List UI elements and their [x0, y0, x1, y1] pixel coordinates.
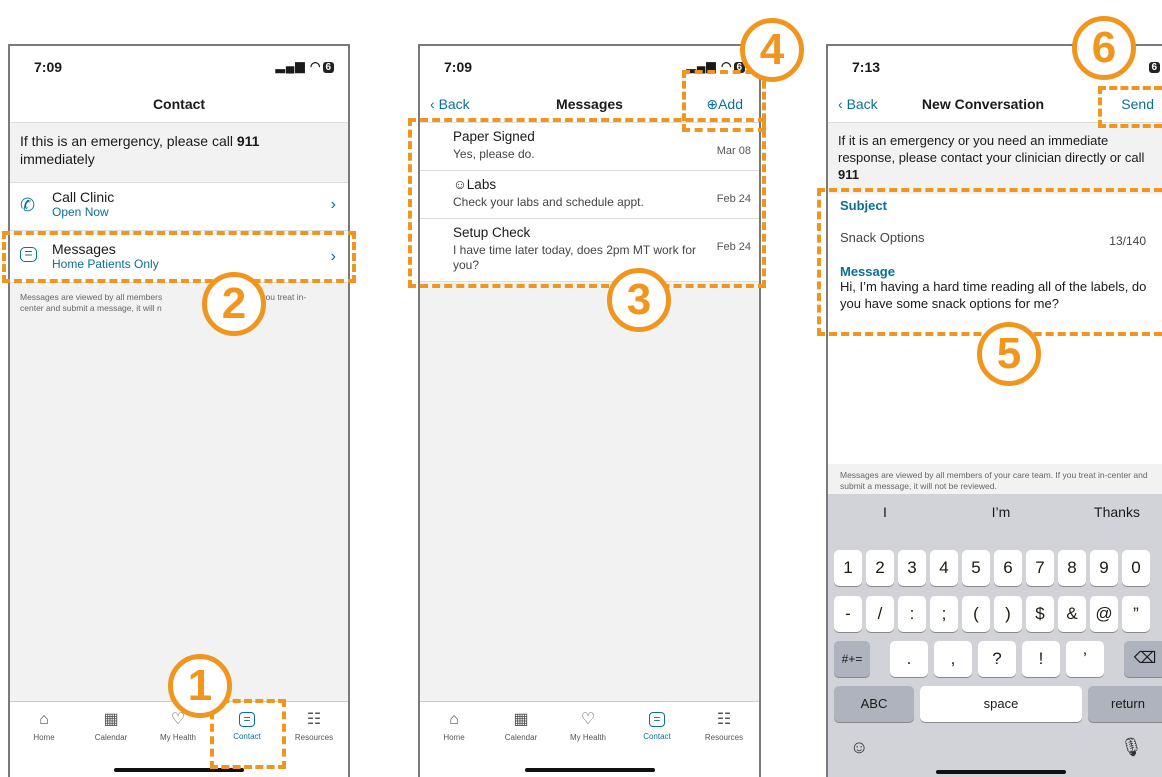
key-1[interactable]: 1 [834, 550, 862, 586]
key-dollar[interactable]: $ [1026, 596, 1054, 632]
key-close-paren[interactable]: ) [994, 596, 1022, 632]
backspace-key[interactable]: ⌫ [1124, 641, 1162, 677]
key-9[interactable]: 9 [1090, 550, 1118, 586]
key-0[interactable]: 0 [1122, 550, 1150, 586]
page-title: New Conversation [921, 96, 1045, 112]
key-7[interactable]: 7 [1026, 550, 1054, 586]
phone-icon: ✆ [20, 195, 36, 215]
key-space[interactable]: space [920, 686, 1082, 722]
key-at[interactable]: @ [1090, 596, 1118, 632]
tab-calendar[interactable]: ▦ Calendar [79, 711, 143, 743]
callout-box-3 [408, 118, 766, 288]
callout-box-4 [682, 70, 766, 132]
key-colon[interactable]: : [898, 596, 926, 632]
keyboard: I I’m Thanks 1 2 3 4 5 6 7 8 9 0 - / : ;… [828, 494, 1162, 777]
suggestion-2[interactable]: I’m [946, 504, 1056, 526]
home-indicator [524, 768, 655, 772]
calendar-icon: ▦ [103, 711, 119, 728]
nav-bar: Contact [10, 88, 348, 123]
home-icon: ⌂ [39, 711, 49, 728]
key-abc[interactable]: ABC [834, 686, 914, 722]
callout-box-6 [1098, 86, 1162, 128]
book-icon: ☷ [716, 711, 732, 728]
book-icon: ☷ [306, 711, 322, 728]
signal-wifi-icon: 6 [1147, 59, 1160, 73]
key-period[interactable]: . [890, 641, 928, 677]
key-return[interactable]: return [1088, 686, 1162, 722]
tab-contact[interactable]: = Contact [625, 712, 689, 741]
key-ampersand[interactable]: & [1058, 596, 1086, 632]
callout-badge-3: 3 [607, 268, 671, 332]
battery-icon: 6 [1149, 62, 1160, 73]
call-clinic-row[interactable]: ✆ Call Clinic Open Now › [10, 182, 348, 231]
tab-bar: ⌂ Home ▦ Calendar ♡ My Health = Contact ☷ Res… [10, 701, 348, 777]
key-slash[interactable]: / [866, 596, 894, 632]
tab-bar: ⌂ Home ▦ Calendar ♡ My Health = Contact ☷ Res… [420, 701, 759, 777]
emergency-notice: If this is an emergency, please call 911… [20, 133, 260, 167]
microphone-icon[interactable]: 🎙︎ [1120, 737, 1143, 758]
home-indicator [936, 770, 1066, 774]
chat-icon: = [649, 712, 665, 727]
key-quote[interactable]: ” [1122, 596, 1150, 632]
key-hyphen[interactable]: - [834, 596, 862, 632]
tab-my-health[interactable]: ♡ My Health [556, 711, 620, 743]
key-apostrophe[interactable]: ’ [1066, 641, 1104, 677]
key-5[interactable]: 5 [962, 550, 990, 586]
callout-badge-2: 2 [202, 272, 266, 336]
key-6[interactable]: 6 [994, 550, 1022, 586]
tab-resources[interactable]: ☷ Resources [282, 711, 346, 743]
key-4[interactable]: 4 [930, 550, 958, 586]
new-conversation-screen: 7:13 6 ‹ Back New Conversation Send If i… [826, 44, 1162, 777]
status-time: 7:09 [444, 59, 473, 75]
tab-home[interactable]: ⌂ Home [12, 711, 76, 743]
key-2[interactable]: 2 [866, 550, 894, 586]
backspace-icon: ⌫ [1133, 650, 1157, 667]
tab-home[interactable]: ⌂ Home [422, 711, 486, 743]
callout-box-5 [817, 188, 1162, 336]
key-semicolon[interactable]: ; [930, 596, 958, 632]
signal-wifi-icon: ▂▄▆ ◠ 6 [275, 59, 334, 73]
key-question[interactable]: ? [978, 641, 1016, 677]
messages-disclaimer: Messages are viewed by all members of yo… [840, 470, 1148, 491]
tab-resources[interactable]: ☷ Resources [692, 711, 756, 743]
key-8[interactable]: 8 [1058, 550, 1086, 586]
key-comma[interactable]: , [934, 641, 972, 677]
home-icon: ⌂ [449, 711, 459, 728]
key-3[interactable]: 3 [898, 550, 926, 586]
emergency-number: 911 [236, 133, 260, 149]
callout-badge-1: 1 [168, 654, 232, 718]
heart-icon: ♡ [580, 711, 596, 728]
suggestion-3[interactable]: Thanks [1062, 504, 1162, 526]
status-time: 7:13 [852, 59, 881, 75]
status-time: 7:09 [34, 59, 63, 75]
callout-box-2 [2, 231, 356, 283]
emoji-icon[interactable]: ☺ [850, 737, 868, 758]
calendar-icon: ▦ [513, 711, 529, 728]
messages-disclaimer: Messages are viewed by all members If you… [20, 292, 307, 313]
key-symbols[interactable]: #+= [834, 641, 870, 677]
callout-badge-5: 5 [977, 322, 1041, 386]
suggestion-1[interactable]: I [830, 504, 940, 526]
page-title: Contact [152, 96, 206, 112]
chevron-right-icon: › [330, 196, 336, 213]
emergency-number: 911 [838, 167, 859, 182]
callout-badge-6: 6 [1072, 16, 1136, 80]
callout-badge-4: 4 [740, 18, 804, 82]
status-bar: 7:09 ▂▄▆ ◠ 6 [10, 46, 348, 88]
key-exclamation[interactable]: ! [1022, 641, 1060, 677]
tab-calendar[interactable]: ▦ Calendar [489, 711, 553, 743]
battery-icon: 6 [323, 62, 334, 73]
key-open-paren[interactable]: ( [962, 596, 990, 632]
emergency-notice: If it is an emergency or you need an imm… [838, 133, 1145, 182]
